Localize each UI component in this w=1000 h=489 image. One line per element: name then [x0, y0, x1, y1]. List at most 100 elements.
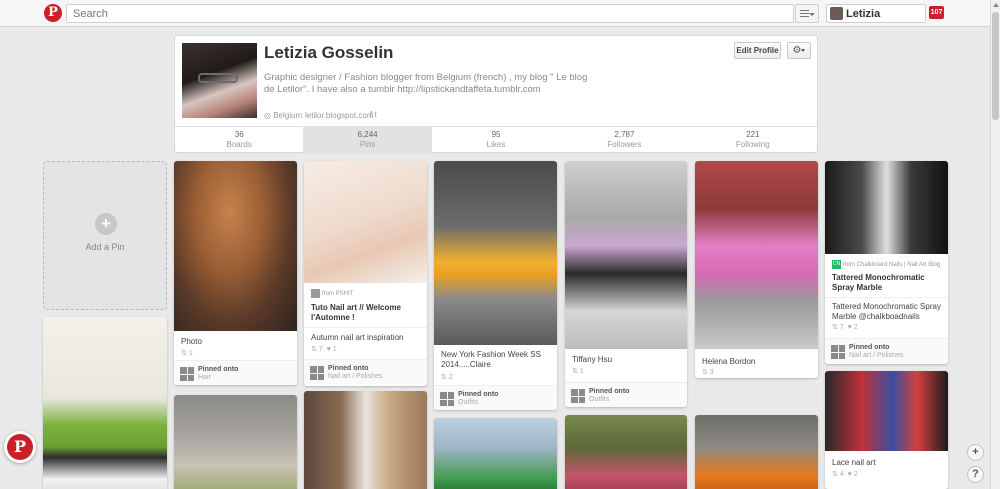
social-links: f t — [370, 110, 377, 119]
board-name-link[interactable]: Nail art / Polishes — [328, 373, 382, 380]
caret-down-icon — [809, 13, 815, 16]
question-mark-icon: ? — [972, 468, 979, 480]
pin-title[interactable]: Tuto Nail art // Welcome l'Automne ! — [311, 303, 421, 323]
pin-image[interactable] — [695, 161, 818, 349]
pin-source[interactable]: CN from Chalkboard Nails | Nail Art Blog — [832, 260, 940, 269]
pin-card[interactable] — [695, 415, 818, 489]
pin-image[interactable] — [434, 418, 557, 489]
pin-card[interactable]: Tiffany Hsu ⇅ 1 Pinned onto Outfits — [565, 161, 687, 407]
profile-photo — [182, 43, 257, 118]
board-thumbnails — [180, 367, 194, 381]
pin-image[interactable] — [825, 371, 948, 451]
pinterest-badge-button[interactable]: P — [4, 431, 36, 463]
user-avatar — [830, 7, 843, 20]
stat-likes[interactable]: 95 Likes — [432, 127, 560, 153]
pin-repin-count: ⇅ 2 — [441, 374, 453, 381]
pin-repin-count: ⇅ 3 — [702, 369, 714, 376]
pin-image[interactable] — [174, 395, 297, 489]
board-name-link[interactable]: Outfits — [458, 399, 478, 406]
pinned-onto-bar[interactable]: Pinned onto Outfits — [434, 385, 557, 410]
pin-description: New York Fashion Week SS 2014.....Claire — [441, 350, 541, 369]
pinterest-logo-icon[interactable]: P — [44, 4, 62, 22]
pin-image[interactable] — [434, 161, 557, 345]
pin-card[interactable]: Lace nail art ⇅ 4 ♥ 2 — [825, 371, 948, 489]
pin-description: Tiffany Hsu — [572, 355, 613, 364]
pinned-onto-label: Pinned onto — [849, 344, 890, 351]
pin-counts: ⇅ 4 ♥ 2 — [832, 471, 858, 478]
stat-pins[interactable]: 6,244 Pins — [303, 127, 432, 153]
notification-badge[interactable]: 107 — [929, 6, 944, 19]
profile-stats: 36 Boards 6,244 Pins 95 Likes 2,787 Follower… — [175, 126, 817, 153]
scroll-up-arrow-icon[interactable] — [993, 3, 999, 7]
add-pin-tile[interactable]: + Add a Pin — [43, 161, 167, 310]
pin-image[interactable] — [43, 317, 167, 489]
pin-card[interactable] — [304, 391, 427, 489]
profile-location: ◎ Belgium — [264, 111, 303, 120]
pin-description: Helena Bordon — [702, 357, 756, 366]
stat-boards[interactable]: 36 Boards — [175, 127, 303, 153]
pinned-onto-bar[interactable]: Pinned onto Nail art / Polishes — [304, 359, 427, 384]
pin-image[interactable] — [304, 391, 427, 489]
plus-icon: + — [95, 213, 117, 235]
pin-description: Lace nail art — [832, 458, 876, 467]
pin-card[interactable] — [174, 395, 297, 489]
pin-title[interactable]: Tattered Monochromatic Spray Marble — [832, 273, 942, 293]
pinned-onto-label: Pinned onto — [198, 366, 239, 373]
board-name-link[interactable]: Nail art / Polishes — [849, 352, 903, 359]
menu-button[interactable] — [795, 4, 819, 23]
help-button[interactable]: ? — [967, 466, 984, 483]
gear-icon: ⚙ — [792, 45, 802, 56]
plus-icon: + — [972, 446, 979, 458]
pin-counts: ⇅ 7 ♥ 1 — [311, 346, 337, 353]
pin-image[interactable] — [174, 161, 297, 331]
profile-name: Letizia Gosselin — [264, 43, 394, 62]
search-input[interactable] — [66, 4, 794, 23]
stat-following[interactable]: 221 Following — [689, 127, 817, 153]
facebook-icon[interactable]: f — [370, 110, 372, 119]
top-bar: P Letizia 107 — [0, 0, 1000, 27]
add-pin-label: Add a Pin — [85, 242, 125, 252]
add-button[interactable]: + — [967, 444, 984, 461]
pin-image[interactable] — [695, 415, 818, 489]
caret-down-icon — [801, 48, 806, 52]
board-thumbnails — [310, 366, 324, 380]
pinterest-logo-icon: P — [7, 434, 33, 460]
pinned-onto-bar[interactable]: Pinned onto Hair — [174, 360, 297, 385]
pin-card[interactable]: from PSHIT Tuto Nail art // Welcome l'Au… — [304, 161, 427, 386]
board-name-link[interactable]: Hair — [198, 374, 211, 381]
pin-card[interactable] — [43, 317, 167, 489]
scroll-thumb[interactable] — [992, 12, 999, 120]
stat-followers[interactable]: 2,787 Followers — [560, 127, 688, 153]
pin-card[interactable] — [565, 415, 687, 489]
hamburger-icon — [800, 10, 809, 17]
pin-repin-count: ⇅ 1 — [572, 368, 584, 375]
pin-image[interactable] — [565, 161, 687, 349]
pinned-onto-bar[interactable]: Pinned onto Nail art / Polishes — [825, 338, 948, 363]
pin-image[interactable] — [304, 161, 427, 283]
pin-card[interactable]: Helena Bordon ⇅ 3 — [695, 161, 818, 378]
pin-description: Photo — [181, 337, 202, 346]
source-icon — [311, 289, 320, 298]
pin-source[interactable]: from PSHIT — [311, 289, 353, 298]
pin-card[interactable]: Photo ⇅ 1 Pinned onto Hair — [174, 161, 297, 385]
pin-card[interactable] — [434, 418, 557, 489]
pin-repin-count: ⇅ 1 — [181, 350, 193, 357]
profile-card: Letizia Gosselin Graphic designer / Fash… — [174, 35, 818, 153]
pin-description: Autumn nail art inspiration — [311, 333, 404, 342]
pin-image[interactable] — [825, 161, 948, 254]
pinned-onto-label: Pinned onto — [458, 391, 499, 398]
pin-image[interactable] — [565, 415, 687, 489]
page-scrollbar[interactable] — [990, 0, 1000, 489]
board-thumbnails — [440, 392, 454, 406]
pin-card[interactable]: CN from Chalkboard Nails | Nail Art Blog … — [825, 161, 948, 364]
settings-button[interactable]: ⚙ — [787, 42, 811, 59]
profile-website-link[interactable]: letilor.blogspot.com — [305, 111, 373, 120]
user-name: Letizia — [846, 8, 881, 20]
board-name-link[interactable]: Outfits — [589, 396, 609, 403]
user-menu-button[interactable]: Letizia — [826, 4, 926, 23]
pin-card[interactable]: New York Fashion Week SS 2014.....Claire… — [434, 161, 557, 410]
edit-profile-button[interactable]: Edit Profile — [734, 42, 781, 59]
profile-bio: Graphic designer / Fashion blogger from … — [264, 72, 588, 95]
twitter-icon[interactable]: t — [374, 110, 376, 119]
pinned-onto-bar[interactable]: Pinned onto Outfits — [565, 382, 687, 407]
